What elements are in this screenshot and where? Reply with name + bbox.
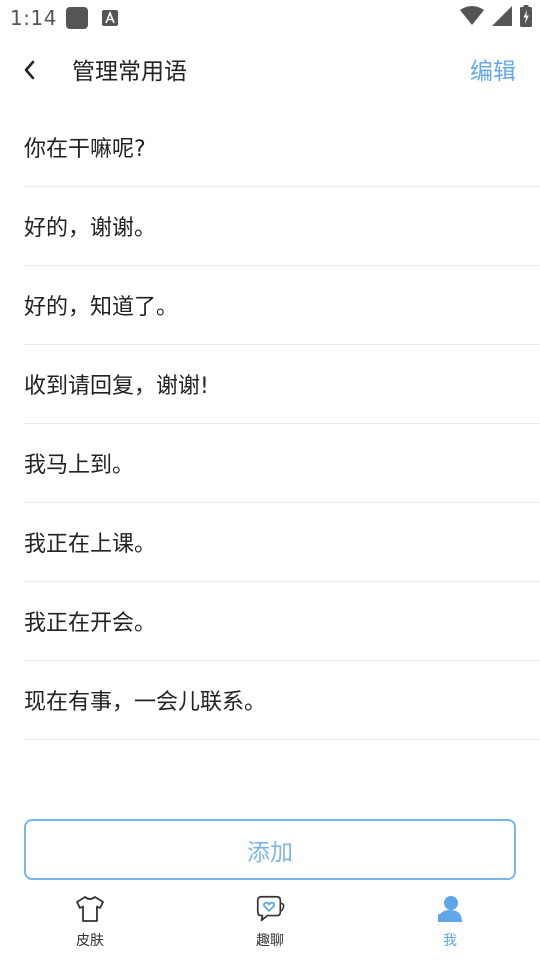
phrase-item[interactable]: 我马上到。	[24, 424, 540, 503]
wifi-icon	[460, 6, 484, 30]
phrase-item[interactable]: 现在有事，一会儿联系。	[24, 661, 540, 740]
phrase-list: 你在干嘛呢? 好的，谢谢。 好的，知道了。 收到请回复，谢谢! 我马上到。 我正…	[24, 108, 540, 740]
phrase-item[interactable]: 好的，谢谢。	[24, 187, 540, 266]
chevron-left-icon	[21, 59, 39, 85]
signal-icon	[492, 6, 512, 30]
tab-me[interactable]: 我	[400, 884, 500, 960]
bottom-tab-bar: 皮肤 趣聊 我	[0, 884, 540, 960]
tab-skin[interactable]: 皮肤	[40, 884, 140, 960]
back-button[interactable]	[14, 56, 46, 88]
person-icon	[434, 894, 466, 924]
page-title: 管理常用语	[72, 59, 187, 85]
tab-label: 趣聊	[256, 933, 284, 949]
status-time: 1:14	[10, 6, 57, 30]
edit-button[interactable]: 编辑	[470, 56, 516, 88]
phrase-item[interactable]: 我正在上课。	[24, 503, 540, 582]
tshirt-icon	[74, 894, 106, 924]
phrase-item[interactable]: 收到请回复，谢谢!	[24, 345, 540, 424]
phrase-item[interactable]: 你在干嘛呢?	[24, 108, 540, 187]
phrase-item[interactable]: 我正在开会。	[24, 582, 540, 661]
add-phrase-button[interactable]: 添加	[24, 819, 516, 880]
status-bar: 1:14	[0, 0, 540, 36]
chat-heart-icon	[254, 894, 286, 924]
tab-label: 皮肤	[76, 933, 104, 949]
header: 管理常用语 编辑	[0, 36, 540, 108]
a-notification-icon	[102, 10, 118, 30]
phrase-item[interactable]: 好的，知道了。	[24, 266, 540, 345]
tab-label: 我	[443, 933, 457, 949]
tab-fun-chat[interactable]: 趣聊	[220, 884, 320, 960]
app-notification-icon	[66, 7, 88, 29]
status-right-icons	[460, 5, 532, 31]
battery-icon	[520, 5, 532, 31]
